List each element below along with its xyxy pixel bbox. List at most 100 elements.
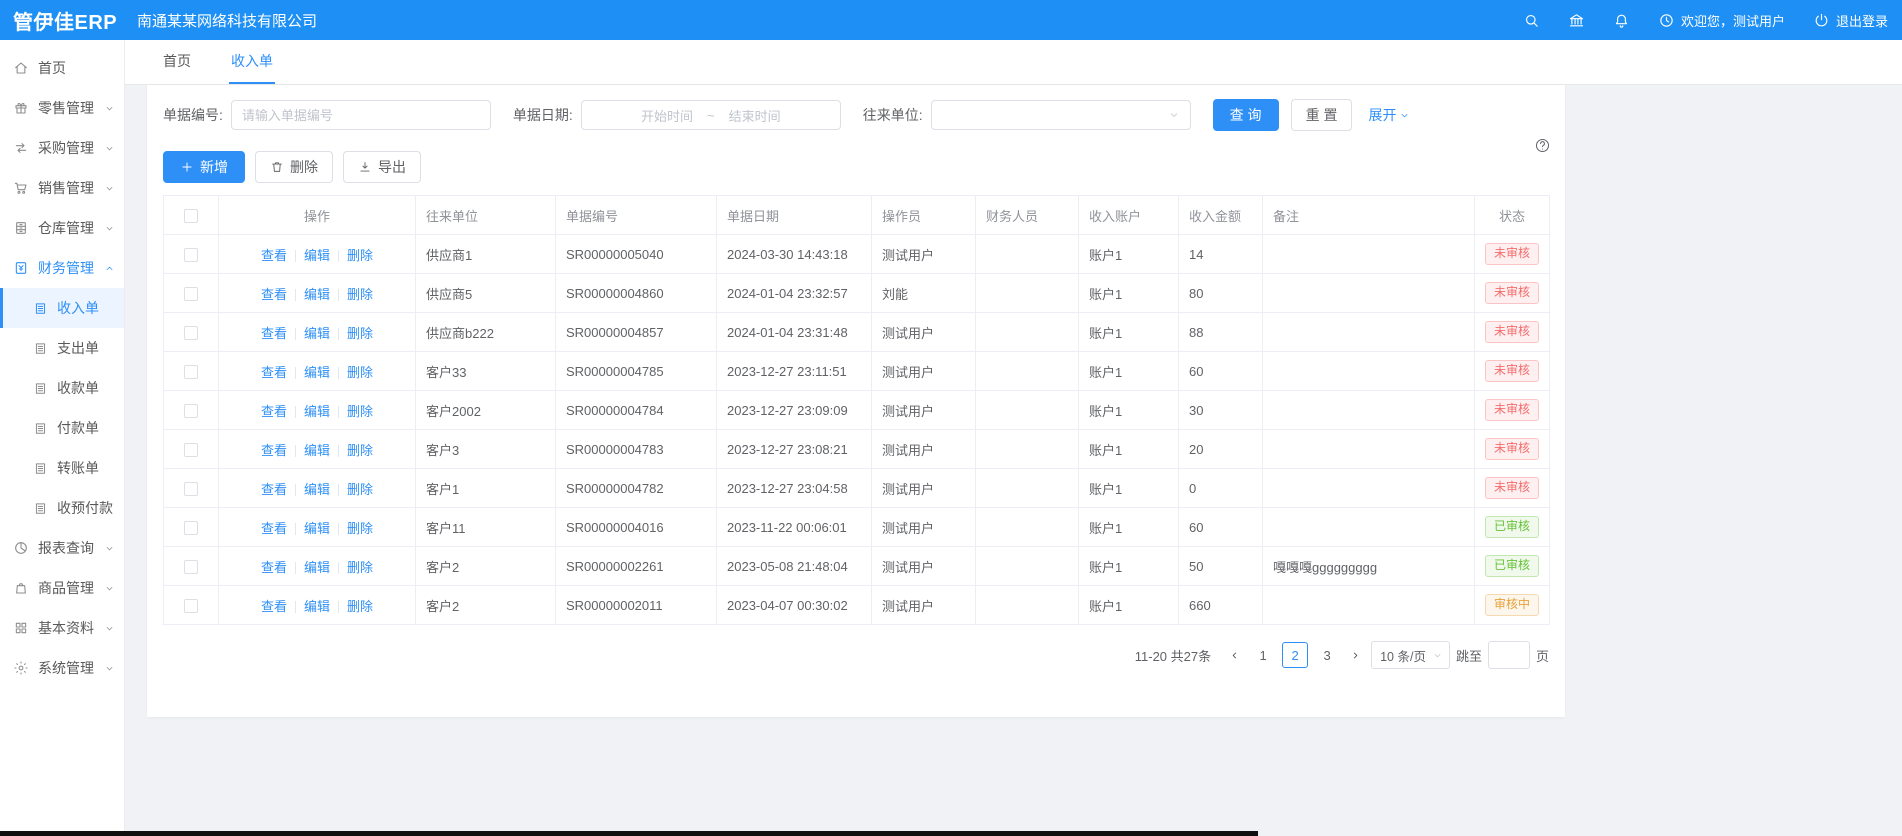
column-header-单据编号: 单据编号	[556, 196, 717, 235]
row-checkbox[interactable]	[184, 248, 198, 262]
partner-select[interactable]	[931, 100, 1191, 130]
partner-cell: 客户33	[416, 352, 556, 391]
edit-link[interactable]: 编辑	[304, 482, 330, 497]
view-link[interactable]: 查看	[261, 560, 287, 575]
logout-button[interactable]: 退出登录	[1813, 11, 1888, 30]
view-link[interactable]: 查看	[261, 599, 287, 614]
view-link[interactable]: 查看	[261, 365, 287, 380]
sidebar-subitem-付款单[interactable]: 付款单	[0, 408, 124, 448]
start-date-placeholder: 开始时间	[641, 106, 693, 125]
sidebar-subitem-转账单[interactable]: 转账单	[0, 448, 124, 488]
bell-icon[interactable]	[1613, 12, 1630, 29]
delete-link[interactable]: 删除	[347, 326, 373, 341]
row-checkbox[interactable]	[184, 560, 198, 574]
bill-no-cell: SR00000004860	[556, 274, 717, 313]
edit-link[interactable]: 编辑	[304, 326, 330, 341]
sidebar-item-财务管理[interactable]: 财务管理	[0, 248, 124, 288]
edit-link[interactable]: 编辑	[304, 560, 330, 575]
view-link[interactable]: 查看	[261, 482, 287, 497]
prev-page-button[interactable]	[1225, 650, 1244, 661]
bank-icon[interactable]	[1568, 12, 1585, 29]
sidebar-subitem-收入单[interactable]: 收入单	[0, 288, 124, 328]
row-checkbox[interactable]	[184, 404, 198, 418]
edit-link[interactable]: 编辑	[304, 443, 330, 458]
partner-cell: 客户2002	[416, 391, 556, 430]
delete-link[interactable]: 删除	[347, 365, 373, 380]
delete-link[interactable]: 删除	[347, 404, 373, 419]
sidebar-item-首页[interactable]: 首页	[0, 48, 124, 88]
view-link[interactable]: 查看	[261, 443, 287, 458]
add-button[interactable]: 新增	[163, 151, 245, 183]
search-button[interactable]: 查 询	[1213, 99, 1279, 131]
view-link[interactable]: 查看	[261, 287, 287, 302]
partner-label: 往来单位:	[863, 105, 923, 125]
bill-date-cell: 2023-12-27 23:11:51	[717, 352, 872, 391]
export-button[interactable]: 导出	[343, 151, 421, 183]
tab-home[interactable]: 首页	[161, 40, 193, 84]
delete-button[interactable]: 删除	[255, 151, 333, 183]
row-checkbox[interactable]	[184, 443, 198, 457]
actions-cell: 查看 编辑 删除	[219, 391, 416, 430]
tab-income-bill[interactable]: 收入单	[229, 40, 275, 84]
edit-link[interactable]: 编辑	[304, 365, 330, 380]
sidebar-item-仓库管理[interactable]: 仓库管理	[0, 208, 124, 248]
delete-link[interactable]: 删除	[347, 521, 373, 536]
sidebar-item-基本资料[interactable]: 基本资料	[0, 608, 124, 648]
view-link[interactable]: 查看	[261, 326, 287, 341]
page-size-select[interactable]: 10 条/页	[1371, 641, 1450, 669]
top-header: 管伊佳ERP 南通某某网络科技有限公司 欢迎您，测试用户 退出登录	[0, 0, 1902, 40]
view-link[interactable]: 查看	[261, 521, 287, 536]
sidebar-item-零售管理[interactable]: 零售管理	[0, 88, 124, 128]
jump-page-input[interactable]	[1488, 641, 1530, 669]
row-checkbox[interactable]	[184, 365, 198, 379]
sidebar-subitem-收预付款[interactable]: 收预付款	[0, 488, 124, 528]
finance-staff-cell	[976, 469, 1079, 508]
view-link[interactable]: 查看	[261, 404, 287, 419]
status-badge: 未审核	[1485, 438, 1539, 460]
row-checkbox[interactable]	[184, 521, 198, 535]
chevron-down-icon	[104, 583, 115, 594]
row-checkbox[interactable]	[184, 482, 198, 496]
edit-link[interactable]: 编辑	[304, 599, 330, 614]
page-button-2[interactable]: 2	[1282, 642, 1308, 668]
delete-link[interactable]: 删除	[347, 443, 373, 458]
view-link[interactable]: 查看	[261, 248, 287, 263]
status-cell: 未审核	[1475, 469, 1550, 508]
edit-link[interactable]: 编辑	[304, 248, 330, 263]
bill-no-cell: SR00000004016	[556, 508, 717, 547]
delete-link[interactable]: 删除	[347, 482, 373, 497]
sidebar-subitem-收款单[interactable]: 收款单	[0, 368, 124, 408]
next-page-button[interactable]	[1346, 650, 1365, 661]
bill-no-input[interactable]	[242, 108, 480, 123]
date-range-picker[interactable]: 开始时间 ~ 结束时间	[581, 100, 841, 130]
filter-bar: 单据编号: 单据日期: 开始时间 ~ 结束时间 往来单位: 查 询	[147, 85, 1565, 131]
finance-icon	[13, 260, 29, 276]
sidebar-item-报表查询[interactable]: 报表查询	[0, 528, 124, 568]
delete-link[interactable]: 删除	[347, 599, 373, 614]
edit-link[interactable]: 编辑	[304, 521, 330, 536]
sidebar-item-系统管理[interactable]: 系统管理	[0, 648, 124, 688]
edit-link[interactable]: 编辑	[304, 404, 330, 419]
row-checkbox[interactable]	[184, 599, 198, 613]
edit-link[interactable]: 编辑	[304, 287, 330, 302]
delete-link[interactable]: 删除	[347, 287, 373, 302]
sidebar-item-销售管理[interactable]: 销售管理	[0, 168, 124, 208]
delete-link[interactable]: 删除	[347, 560, 373, 575]
delete-link[interactable]: 删除	[347, 248, 373, 263]
sidebar-item-商品管理[interactable]: 商品管理	[0, 568, 124, 608]
select-all-checkbox[interactable]	[184, 209, 198, 223]
jump-suffix: 页	[1536, 646, 1549, 665]
reset-button[interactable]: 重 置	[1291, 99, 1353, 131]
row-checkbox[interactable]	[184, 287, 198, 301]
search-icon[interactable]	[1523, 12, 1540, 29]
expand-filters-link[interactable]: 展开	[1368, 105, 1410, 125]
action-divider	[295, 250, 296, 262]
page-button-3[interactable]: 3	[1314, 642, 1340, 668]
sidebar-subitem-支出单[interactable]: 支出单	[0, 328, 124, 368]
user-welcome[interactable]: 欢迎您，测试用户	[1658, 11, 1785, 30]
sidebar-item-采购管理[interactable]: 采购管理	[0, 128, 124, 168]
add-label: 新增	[200, 157, 228, 177]
help-button[interactable]	[1534, 137, 1551, 159]
row-checkbox[interactable]	[184, 326, 198, 340]
page-button-1[interactable]: 1	[1250, 642, 1276, 668]
